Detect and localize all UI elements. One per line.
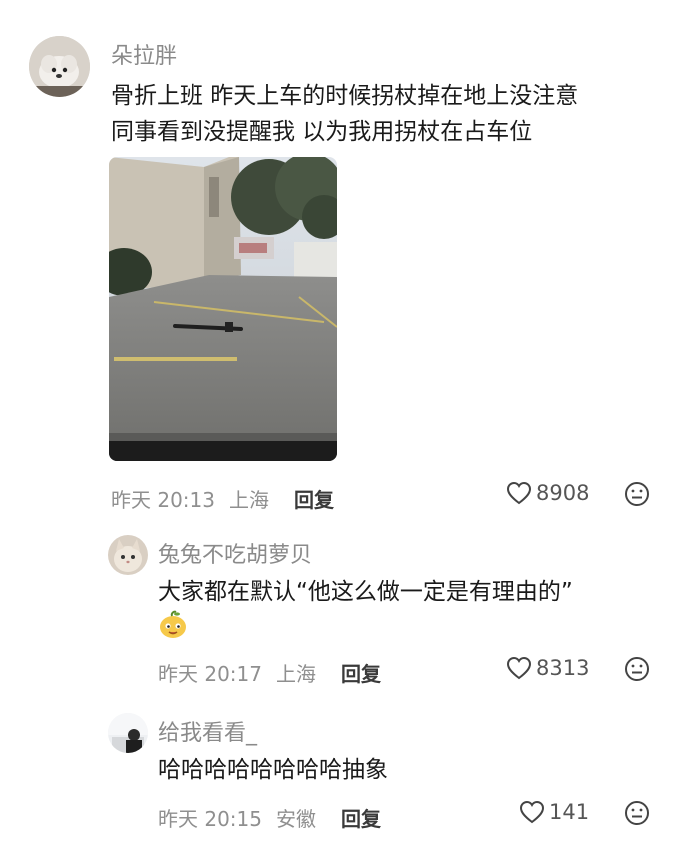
like-button[interactable]: 141 xyxy=(519,800,589,824)
comment-location: 上海 xyxy=(229,488,269,512)
comment-timestamp: 昨天 20:17 xyxy=(158,662,262,686)
like-button[interactable]: 8313 xyxy=(506,656,589,680)
comment-username[interactable]: 兔兔不吃胡萝贝 xyxy=(158,537,312,569)
like-button[interactable]: 8908 xyxy=(506,481,589,505)
user-avatar[interactable] xyxy=(29,36,90,97)
user-avatar[interactable] xyxy=(108,713,148,753)
comment-text-line: 骨折上班 昨天上车的时候拐杖掉在地上没注意 xyxy=(111,83,579,109)
neutral-face-icon[interactable] xyxy=(624,656,650,682)
like-count: 8313 xyxy=(536,656,590,680)
comment-username[interactable]: 朵拉胖 xyxy=(111,38,177,70)
user-avatar[interactable] xyxy=(108,535,148,575)
heart-outline-icon xyxy=(506,481,532,505)
comment-location: 安徽 xyxy=(276,807,316,831)
comment-text: 大家都在默认“他这么做一定是有理由的” xyxy=(158,579,573,605)
comment-username[interactable]: 给我看看_ xyxy=(158,715,257,747)
like-count: 8908 xyxy=(536,481,590,505)
comment-photo[interactable] xyxy=(109,157,337,461)
neutral-face-icon[interactable] xyxy=(624,800,650,826)
reply-button[interactable]: 回复 xyxy=(341,658,381,687)
like-count: 141 xyxy=(549,800,590,824)
comment-text-line: 同事看到没提醒我 以为我用拐杖在占车位 xyxy=(111,119,533,145)
comment-timestamp: 昨天 20:15 xyxy=(158,807,262,831)
reply-button[interactable]: 回复 xyxy=(341,803,381,832)
reply-button[interactable]: 回复 xyxy=(294,484,334,513)
heart-outline-icon xyxy=(506,656,532,680)
mango-emoji-sticker xyxy=(158,610,188,640)
comment-timestamp: 昨天 20:13 xyxy=(111,488,215,512)
neutral-face-icon[interactable] xyxy=(624,481,650,507)
comment-location: 上海 xyxy=(276,662,316,686)
comment-text: 哈哈哈哈哈哈哈哈抽象 xyxy=(158,757,388,783)
heart-outline-icon xyxy=(519,800,545,824)
